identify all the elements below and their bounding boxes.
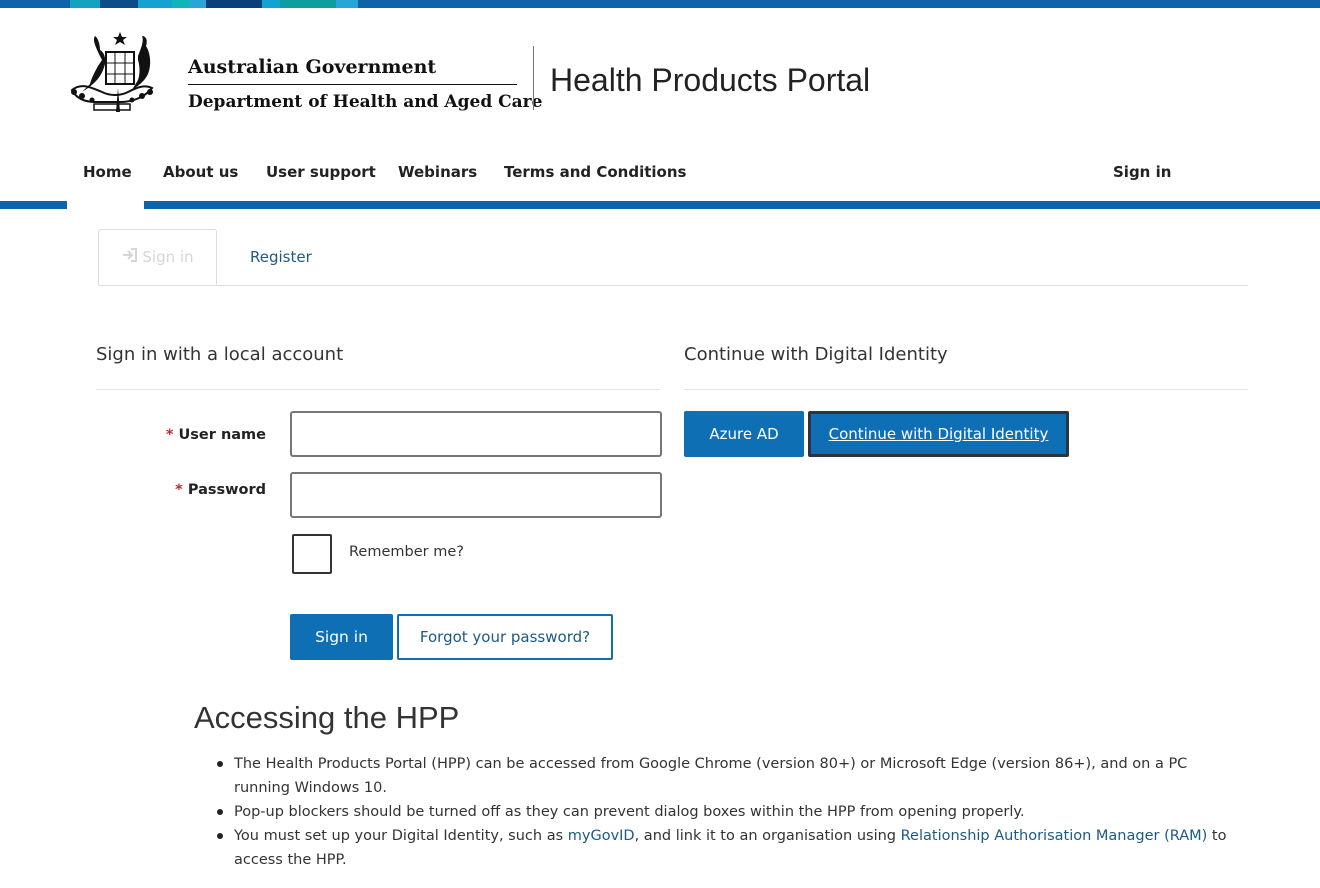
required-mark: * <box>165 427 174 443</box>
brand-rule <box>188 84 517 85</box>
forgot-password-button[interactable]: Forgot your password? <box>397 614 613 660</box>
government-name: Australian Government <box>188 56 437 78</box>
info-list: The Health Products Portal (HPP) can be … <box>217 752 1234 872</box>
tab-divider <box>98 285 1248 286</box>
nav-user-support[interactable]: User support <box>266 163 376 181</box>
department-name: Department of Health and Aged Care <box>188 92 543 112</box>
portal-title: Health Products Portal <box>550 62 871 98</box>
username-label: * User name <box>140 427 266 443</box>
list-item-text: You must set up your Digital Identity, s… <box>234 828 568 844</box>
nav-underline <box>0 201 67 209</box>
continue-digital-identity-button[interactable]: Continue with Digital Identity <box>808 411 1069 457</box>
password-label-text: Password <box>187 482 266 498</box>
tab-sign-in-label: Sign in <box>142 248 194 266</box>
username-input[interactable] <box>290 411 662 457</box>
nav-about-us[interactable]: About us <box>163 163 238 181</box>
nav-sign-in[interactable]: Sign in <box>1113 163 1171 181</box>
remember-me-checkbox[interactable] <box>292 534 332 574</box>
nav-home[interactable]: Home <box>83 163 132 181</box>
tab-register[interactable]: Register <box>250 248 312 266</box>
brand-divider <box>533 46 534 110</box>
nav-terms-and-conditions[interactable]: Terms and Conditions <box>504 163 686 181</box>
accessing-hpp-heading: Accessing the HPP <box>194 700 460 735</box>
coat-of-arms-icon <box>62 30 154 116</box>
mygovid-link[interactable]: myGovID <box>568 828 635 844</box>
ram-link[interactable]: Relationship Authorisation Manager (RAM) <box>901 828 1208 844</box>
password-input[interactable] <box>290 472 662 518</box>
section-rule <box>96 389 660 390</box>
list-item-text: , and link it to an organisation using <box>634 828 901 844</box>
azure-ad-button[interactable]: Azure AD <box>684 411 804 457</box>
digital-identity-heading: Continue with Digital Identity <box>684 344 948 365</box>
list-item: You must set up your Digital Identity, s… <box>217 824 1234 872</box>
password-label: * Password <box>140 482 266 498</box>
sign-in-button[interactable]: Sign in <box>290 614 393 660</box>
section-rule <box>684 389 1248 390</box>
required-mark: * <box>175 482 183 498</box>
tab-sign-in[interactable]: Sign in <box>98 229 217 285</box>
list-item: The Health Products Portal (HPP) can be … <box>217 752 1234 800</box>
list-item: Pop-up blockers should be turned off as … <box>217 800 1234 824</box>
nav-webinars[interactable]: Webinars <box>398 163 477 181</box>
local-account-heading: Sign in with a local account <box>96 344 344 365</box>
top-color-stripe <box>0 0 1320 8</box>
sign-in-icon <box>121 246 139 268</box>
nav-underline <box>144 201 1320 209</box>
remember-me-label: Remember me? <box>349 544 464 560</box>
username-label-text: User name <box>178 427 267 443</box>
